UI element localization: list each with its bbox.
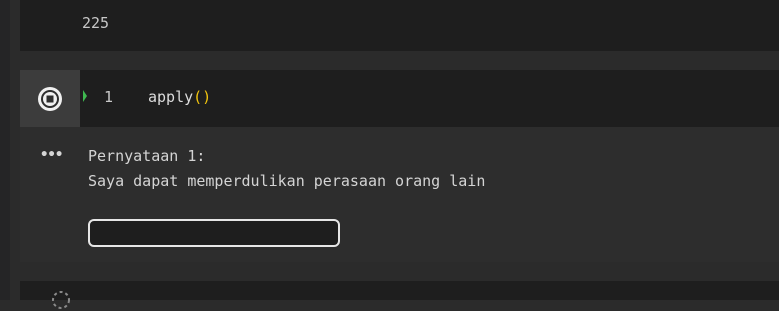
execution-indicator [83, 90, 87, 102]
run-gutter [20, 70, 80, 127]
more-actions-icon[interactable]: ••• [40, 147, 63, 163]
output-text: Pernyataan 1: Saya dapat memperdulikan p… [88, 144, 485, 194]
answer-input[interactable] [88, 219, 340, 247]
left-rail [0, 0, 10, 300]
output-line-2: Saya dapat memperdulikan perasaan orang … [88, 172, 486, 190]
stop-icon[interactable] [36, 85, 64, 113]
next-code-cell[interactable] [20, 281, 779, 309]
code-line[interactable]: apply() [148, 88, 211, 106]
code-cell[interactable]: 1 apply() ••• Pernyataan 1: Saya dapat m… [20, 70, 779, 262]
output-value: 225 [82, 14, 110, 32]
code-editor[interactable]: 1 apply() [20, 70, 779, 127]
previous-cell-output: 225 [20, 0, 779, 51]
function-name: apply [148, 88, 194, 106]
function-parens: () [193, 88, 212, 106]
line-number: 1 [104, 88, 114, 106]
spinner-icon[interactable] [50, 289, 72, 311]
output-line-1: Pernyataan 1: [88, 147, 206, 165]
